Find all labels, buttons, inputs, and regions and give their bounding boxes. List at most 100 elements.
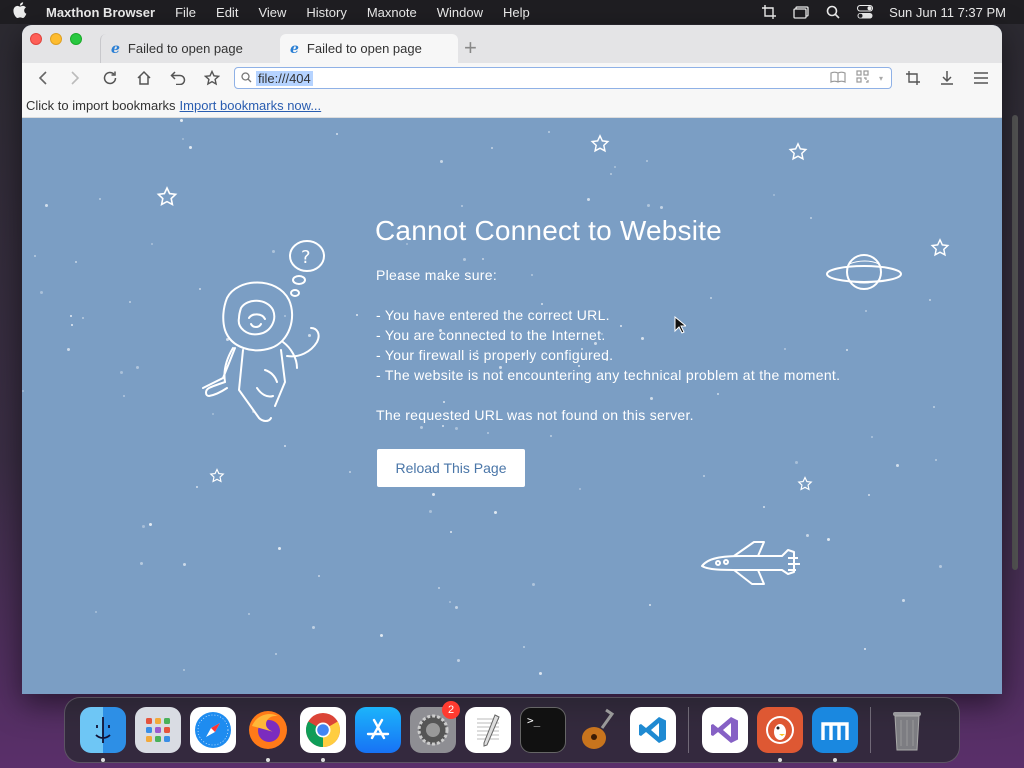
star-dot — [491, 147, 493, 149]
tab-strip: e Failed to open page e Failed to open p… — [22, 25, 1002, 63]
star-dot — [336, 133, 338, 135]
desktop-scrollbar[interactable] — [1012, 115, 1018, 570]
menu-file[interactable]: File — [165, 5, 206, 20]
star-dot — [710, 297, 712, 299]
star-dot — [429, 510, 432, 513]
dock: 2 >_ — [64, 697, 960, 763]
maxthon-icon[interactable] — [812, 707, 858, 762]
star-dot — [896, 464, 899, 467]
finder-icon[interactable] — [80, 707, 126, 762]
star-dot — [641, 337, 644, 340]
star-dot — [45, 204, 48, 207]
star-dot — [196, 486, 198, 488]
trash-icon[interactable] — [884, 707, 930, 753]
download-icon[interactable] — [936, 67, 958, 89]
bookmark-star-icon[interactable] — [201, 67, 223, 89]
vscode-icon[interactable] — [630, 707, 676, 753]
star-dot — [461, 205, 463, 207]
dropdown-arrow-icon[interactable]: ▾ — [879, 74, 883, 83]
garageband-icon[interactable] — [575, 707, 621, 753]
star-dot — [182, 138, 184, 140]
star-dot — [703, 475, 705, 477]
new-tab-plus-icon[interactable]: + — [464, 35, 477, 61]
firefox-icon[interactable] — [245, 707, 291, 762]
menu-bar: Maxthon Browser File Edit View History M… — [0, 0, 1024, 24]
star-dot — [123, 395, 125, 397]
star-dot — [531, 274, 533, 276]
visualstudio-icon[interactable] — [702, 707, 748, 753]
star-dot — [455, 427, 458, 430]
star-dot — [827, 538, 830, 541]
terminal-glyph: >_ — [527, 714, 541, 727]
textedit-icon[interactable] — [465, 707, 511, 753]
menu-view[interactable]: View — [248, 5, 296, 20]
tab-1[interactable]: e Failed to open page — [100, 34, 278, 63]
chrome-icon[interactable] — [300, 707, 346, 762]
zoom-window-button[interactable] — [70, 33, 82, 45]
close-window-button[interactable] — [30, 33, 42, 45]
home-icon[interactable] — [133, 67, 155, 89]
spotlight-search-icon[interactable] — [817, 5, 849, 19]
menu-maxnote[interactable]: Maxnote — [357, 5, 427, 20]
reload-icon[interactable] — [99, 67, 121, 89]
menu-history[interactable]: History — [296, 5, 356, 20]
star-dot — [763, 506, 765, 508]
import-bookmarks-link[interactable]: Import bookmarks now... — [180, 98, 322, 113]
star-outline-icon — [797, 476, 813, 491]
menubar-clock[interactable]: Sun Jun 11 7:37 PM — [881, 5, 1006, 20]
star-dot — [420, 426, 423, 429]
menu-help[interactable]: Help — [493, 5, 540, 20]
back-arrow-icon[interactable] — [32, 67, 54, 89]
menu-app-name[interactable]: Maxthon Browser — [40, 5, 165, 20]
reader-mode-icon[interactable] — [830, 71, 846, 86]
star-outline-icon — [590, 134, 610, 153]
duckduckgo-icon[interactable] — [757, 707, 803, 762]
star-dot — [871, 436, 873, 438]
reload-page-button[interactable]: Reload This Page — [377, 449, 525, 487]
url-text[interactable]: file:///404 — [256, 70, 313, 86]
safari-icon[interactable] — [190, 707, 236, 753]
undo-close-tab-icon[interactable] — [167, 67, 189, 89]
apple-icon[interactable] — [0, 2, 40, 22]
ie-icon: e — [111, 40, 120, 57]
planet-illustration — [826, 254, 902, 290]
star-dot — [660, 206, 663, 209]
control-center-icon[interactable] — [849, 5, 881, 19]
star-outline-icon — [930, 238, 950, 257]
mouse-cursor-icon — [674, 316, 686, 334]
star-dot — [67, 348, 70, 351]
star-dot — [380, 634, 383, 637]
star-dot — [95, 611, 97, 613]
star-dot — [939, 565, 942, 568]
star-dot — [614, 166, 616, 168]
star-dot — [532, 583, 535, 586]
star-dot — [189, 146, 192, 149]
space-shuttle-illustration — [701, 541, 800, 585]
star-dot — [318, 575, 320, 577]
screenshot-crop-icon[interactable] — [753, 5, 785, 19]
menu-window[interactable]: Window — [427, 5, 493, 20]
star-dot — [579, 488, 581, 490]
page-scrollbar[interactable] — [988, 118, 1002, 694]
settings-icon[interactable]: 2 — [410, 701, 460, 753]
star-dot — [717, 393, 719, 395]
window-switcher-icon[interactable] — [785, 5, 817, 19]
star-dot — [610, 173, 612, 175]
launchpad-icon[interactable] — [135, 707, 181, 753]
star-dot — [649, 604, 651, 606]
star-dot — [539, 672, 542, 675]
qr-code-icon[interactable] — [856, 70, 869, 86]
forward-arrow-icon[interactable] — [64, 67, 86, 89]
menu-edit[interactable]: Edit — [206, 5, 248, 20]
star-dot — [275, 653, 277, 655]
appstore-icon[interactable] — [355, 707, 401, 753]
star-outline-icon — [156, 186, 178, 207]
minimize-window-button[interactable] — [50, 33, 62, 45]
terminal-icon[interactable]: >_ — [520, 707, 566, 753]
screenshot-icon[interactable] — [902, 67, 924, 89]
tab-2-active[interactable]: e Failed to open page — [280, 34, 458, 63]
star-dot — [620, 325, 622, 327]
address-bar[interactable]: file:///404 ▾ — [234, 67, 892, 89]
menu-hamburger-icon[interactable] — [970, 67, 992, 89]
star-dot — [99, 198, 101, 200]
